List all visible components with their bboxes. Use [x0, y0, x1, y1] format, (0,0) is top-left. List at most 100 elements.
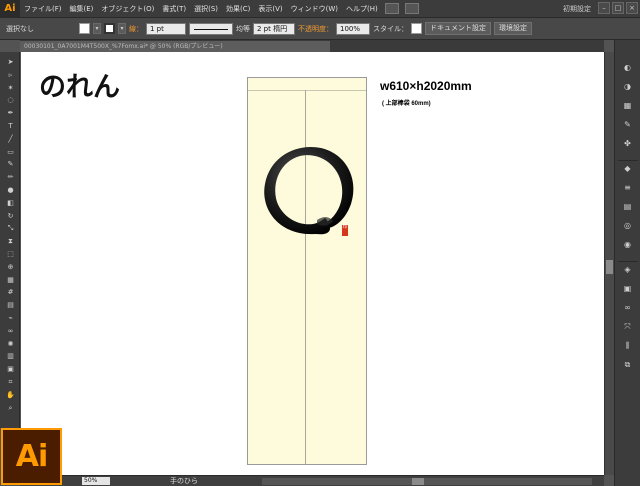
- artboards-panel-icon[interactable]: ▣: [621, 283, 634, 294]
- panel-dock: ◐ ◑ ▦ ✎ ✤ ◆ ≡ ▤ ◎ ◉ ◈ ▣ ∞ ⤧ ⫼ ⧉: [614, 40, 640, 486]
- line-icon[interactable]: ╱: [5, 135, 16, 144]
- stroke-profile-preview[interactable]: [189, 22, 233, 35]
- document-setup-button[interactable]: ドキュメント設定: [425, 22, 491, 35]
- menu-item[interactable]: ウィンドウ(W): [287, 4, 342, 14]
- menu-item[interactable]: 編集(E): [66, 4, 98, 14]
- document-tab[interactable]: 00030101_0A7001M4T500X_%7Fomx.ai* @ 50% …: [20, 41, 330, 52]
- horizontal-scroll-thumb[interactable]: [412, 478, 424, 485]
- menu-item[interactable]: 書式(T): [158, 4, 190, 14]
- symbols-panel-icon[interactable]: ✤: [621, 138, 634, 149]
- fill-dropdown-icon[interactable]: ▾: [93, 23, 101, 34]
- dimension-label: w610×h2020mm: [380, 79, 472, 93]
- stroke-weight-field[interactable]: 1 pt: [146, 22, 186, 35]
- selection-arrow-icon[interactable]: ➤: [5, 58, 16, 67]
- direct-selection-icon[interactable]: ▹: [5, 71, 16, 80]
- paintbrush-icon[interactable]: ✎: [5, 160, 16, 169]
- color-panel-icon[interactable]: ◐: [621, 62, 634, 73]
- menu-item[interactable]: 効果(C): [222, 4, 254, 14]
- brushes-panel-icon[interactable]: ✎: [621, 119, 634, 130]
- eraser-icon[interactable]: ◧: [5, 199, 16, 208]
- symbol-sprayer-icon[interactable]: ✺: [5, 340, 16, 349]
- pen-icon[interactable]: ✒: [5, 109, 16, 118]
- stroke-dropdown-icon[interactable]: ▾: [118, 23, 126, 34]
- type-icon[interactable]: T: [5, 122, 16, 131]
- menu-item[interactable]: 選択(S): [190, 4, 222, 14]
- swatches-panel-icon[interactable]: ▦: [621, 100, 634, 111]
- pencil-icon[interactable]: ✏: [5, 173, 16, 182]
- dock-separator: [618, 261, 638, 262]
- menu-item[interactable]: オブジェクト(O): [97, 4, 158, 14]
- illustrator-logo: Ai: [1, 428, 62, 485]
- free-transform-icon[interactable]: ⬚: [5, 250, 16, 259]
- fill-swatch[interactable]: [79, 23, 90, 34]
- brush-definition-field[interactable]: 2 pt 楕円: [253, 22, 295, 35]
- mesh-icon[interactable]: #: [5, 288, 16, 297]
- transform-panel-icon[interactable]: ⤧: [621, 321, 634, 332]
- blob-brush-icon[interactable]: ●: [5, 186, 16, 195]
- tools-panel: ➤ ▹ ✶ ◌ ✒ T ╱ ▭ ✎ ✏ ● ◧ ↻ ⤡ ⧗ ⬚ ⊕ ▦ # ▤ ⌁ ∞ ✺ ▥ ▣ ⌗ ✋ ⌕: [0, 52, 20, 428]
- blend-icon[interactable]: ∞: [5, 327, 16, 336]
- vertical-scroll-thumb[interactable]: [606, 260, 613, 274]
- column-graph-icon[interactable]: ▥: [5, 352, 16, 361]
- lasso-icon[interactable]: ◌: [5, 96, 16, 105]
- zoom-icon[interactable]: ⌕: [5, 404, 16, 413]
- align-panel-icon[interactable]: ⫼: [621, 340, 634, 351]
- illustrator-window: Ai ファイル(F) 編集(E) オブジェクト(O) 書式(T) 選択(S) 効果(C) 表…: [0, 0, 640, 486]
- close-icon[interactable]: ×: [626, 2, 638, 14]
- hand-icon[interactable]: ✋: [5, 391, 16, 400]
- menu-bar: Ai ファイル(F) 編集(E) オブジェクト(O) 書式(T) 選択(S) 効果(C) 表…: [0, 0, 640, 18]
- stroke-panel-icon[interactable]: ≡: [621, 182, 634, 193]
- stroke-profile-label: 均等: [236, 24, 250, 33]
- width-icon[interactable]: ⧗: [5, 237, 16, 246]
- maximize-icon[interactable]: □: [612, 2, 624, 14]
- graphic-styles-panel-icon[interactable]: ◆: [621, 163, 634, 174]
- style-label: スタイル：: [373, 24, 408, 33]
- rectangle-icon[interactable]: ▭: [5, 148, 16, 157]
- appearance-panel-icon[interactable]: ◉: [621, 239, 634, 250]
- stroke-label[interactable]: 線：: [129, 24, 143, 34]
- zoom-field[interactable]: 50%: [82, 477, 110, 485]
- color-guide-panel-icon[interactable]: ◑: [621, 81, 634, 92]
- menu-item[interactable]: ファイル(F): [20, 4, 66, 14]
- magic-wand-icon[interactable]: ✶: [5, 84, 16, 93]
- artboard-icon[interactable]: ▣: [5, 365, 16, 374]
- slice-icon[interactable]: ⌗: [5, 378, 16, 387]
- arrange-documents-icon[interactable]: [404, 3, 419, 14]
- artboard[interactable]: 印: [247, 77, 367, 465]
- opacity-field[interactable]: 100%: [336, 22, 370, 35]
- rotate-icon[interactable]: ↻: [5, 212, 16, 221]
- status-bar: 50% 手のひら: [20, 475, 604, 486]
- eyedropper-icon[interactable]: ⌁: [5, 314, 16, 323]
- workspace-switcher[interactable]: 初期設定: [560, 3, 594, 15]
- app-logo-icon: Ai: [0, 0, 20, 18]
- gradient-panel-icon[interactable]: ▤: [621, 201, 634, 212]
- transparency-panel-icon[interactable]: ◎: [621, 220, 634, 231]
- vertical-scrollbar[interactable]: [604, 52, 614, 475]
- current-tool-status: 手のひら: [170, 477, 198, 485]
- page-title: のれん: [39, 72, 120, 103]
- layers-panel-icon[interactable]: ◈: [621, 264, 634, 275]
- dock-separator: [618, 160, 638, 161]
- canvas[interactable]: のれん 印 w610×h2020mm ( 上部棒袋 60mm): [21, 52, 604, 475]
- minimize-icon[interactable]: –: [598, 2, 610, 14]
- document-tab-bar: 00030101_0A7001M4T500X_%7Fomx.ai* @ 50% …: [20, 40, 604, 52]
- pole-pocket-guide: [248, 90, 366, 91]
- graphic-style-swatch[interactable]: [411, 23, 422, 34]
- scale-icon[interactable]: ⤡: [5, 224, 16, 233]
- illustrator-logo-text: Ai: [15, 439, 49, 474]
- bridge-icon[interactable]: [384, 3, 399, 14]
- stroke-swatch[interactable]: [104, 23, 115, 34]
- links-panel-icon[interactable]: ∞: [621, 302, 634, 313]
- menu-item[interactable]: 表示(V): [254, 4, 286, 14]
- red-seal-stamp: 印: [342, 225, 348, 236]
- opacity-label[interactable]: 不透明度：: [298, 24, 333, 34]
- perspective-grid-icon[interactable]: ▦: [5, 276, 16, 285]
- shape-builder-icon[interactable]: ⊕: [5, 263, 16, 272]
- control-bar: 選択なし ▾ ▾ 線： 1 pt 均等 2 pt 楕円 不透明度： 100% ス…: [0, 18, 640, 40]
- horizontal-scrollbar[interactable]: [262, 478, 592, 485]
- gradient-icon[interactable]: ▤: [5, 301, 16, 310]
- menu-item[interactable]: ヘルプ(H): [342, 4, 382, 14]
- pathfinder-panel-icon[interactable]: ⧉: [621, 359, 634, 370]
- preferences-button[interactable]: 環境設定: [494, 22, 532, 35]
- selection-status: 選択なし: [6, 24, 34, 33]
